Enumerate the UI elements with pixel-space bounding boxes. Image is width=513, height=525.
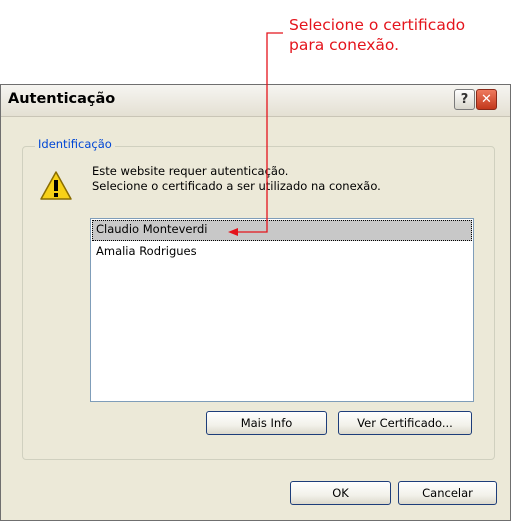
cancel-button[interactable]: Cancelar xyxy=(398,481,497,505)
auth-message: Este website requer autenticação. Seleci… xyxy=(92,164,381,194)
dialog-title: Autenticação xyxy=(8,91,116,107)
view-certificate-button[interactable]: Ver Certificado... xyxy=(338,411,472,435)
callout-annotation: Selecione o certificado para conexão. xyxy=(289,15,513,55)
warning-icon xyxy=(40,171,72,200)
ok-button[interactable]: OK xyxy=(290,481,391,505)
certificate-list[interactable]: Claudio Monteverdi Amalia Rodrigues xyxy=(90,218,474,402)
more-info-button[interactable]: Mais Info xyxy=(206,411,327,435)
certificate-item-claudio-monteverdi[interactable]: Claudio Monteverdi xyxy=(92,220,472,241)
title-bar: Autenticação ? ✕ xyxy=(1,85,510,117)
close-button[interactable]: ✕ xyxy=(476,89,497,110)
help-button[interactable]: ? xyxy=(454,89,475,110)
callout-line-1: Selecione o certificado xyxy=(289,16,466,34)
message-line-2: Selecione o certificado a ser utilizado … xyxy=(92,179,381,193)
group-label: Identificação xyxy=(35,137,115,151)
certificate-item-amalia-rodrigues[interactable]: Amalia Rodrigues xyxy=(91,242,473,261)
callout-line-2: para conexão. xyxy=(289,36,400,54)
authentication-dialog: Autenticação ? ✕ Identificação Este webs… xyxy=(0,84,511,521)
message-line-1: Este website requer autenticação. xyxy=(92,164,289,178)
